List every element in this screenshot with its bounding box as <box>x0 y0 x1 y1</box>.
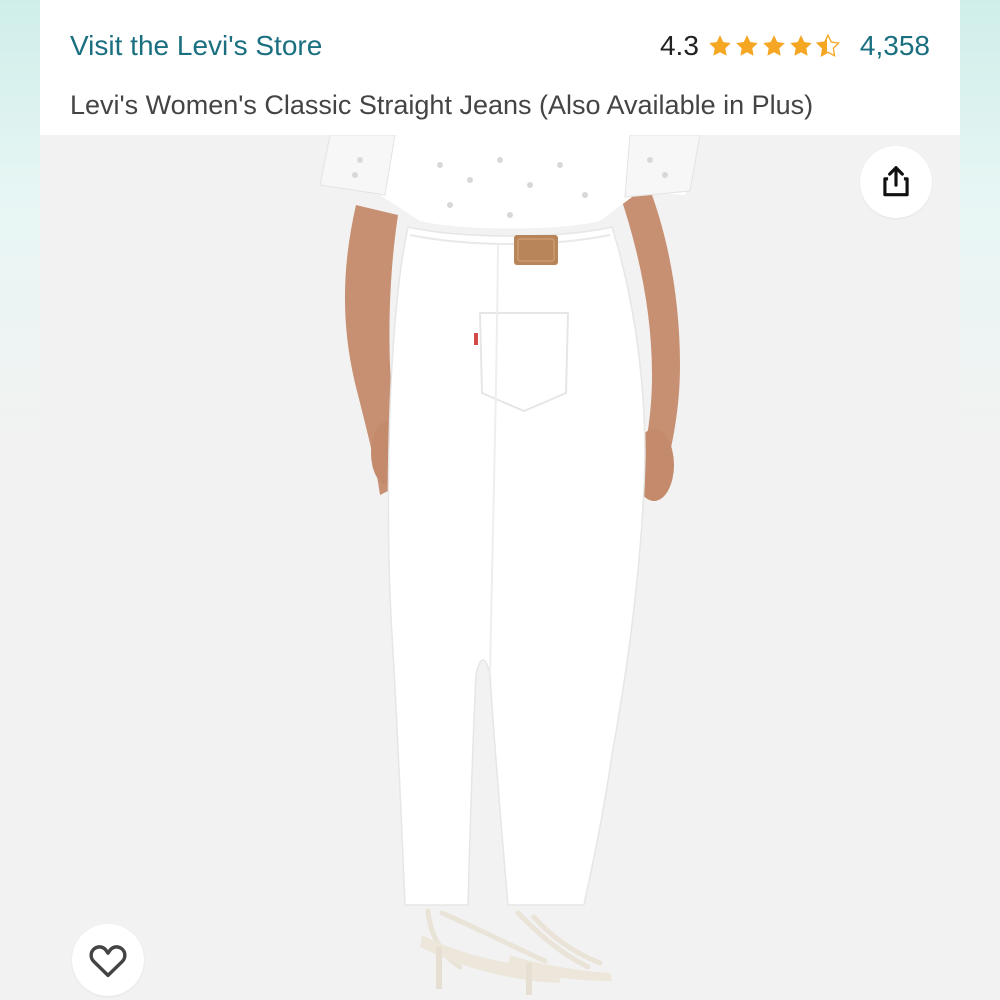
favorite-button[interactable] <box>72 924 144 996</box>
star-icon <box>736 35 758 56</box>
product-image[interactable] <box>40 135 960 1000</box>
star-icon <box>709 35 731 56</box>
rating-summary[interactable]: 4.3 4,358 <box>660 30 930 62</box>
share-icon <box>883 166 909 197</box>
product-card: Visit the Levi's Store 4.3 4,358 Levi's … <box>40 0 960 1000</box>
visit-store-link[interactable]: Visit the Levi's Store <box>70 30 322 62</box>
product-title: Levi's Women's Classic Straight Jeans (A… <box>70 90 814 120</box>
star-icon <box>763 35 785 56</box>
product-header: Visit the Levi's Store 4.3 4,358 Levi's … <box>40 0 960 135</box>
review-count-link[interactable]: 4,358 <box>860 30 930 62</box>
share-button[interactable] <box>860 146 932 218</box>
rating-value: 4.3 <box>659 30 699 61</box>
star-rating <box>707 33 842 59</box>
heart-icon <box>89 945 127 978</box>
half-star-icon <box>815 33 841 57</box>
star-icon <box>790 35 812 56</box>
